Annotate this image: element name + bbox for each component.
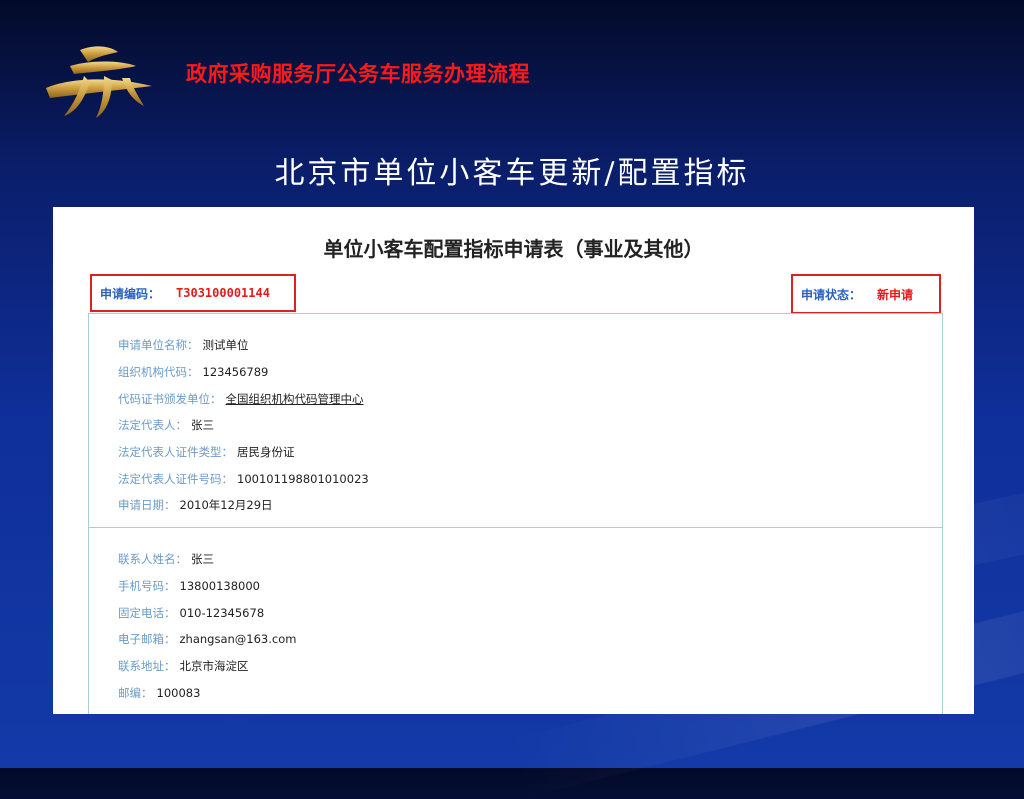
contact-info-field-value: zhangsan@163.com [179, 632, 297, 647]
contact-info-field-label: 电子邮箱： [118, 632, 176, 647]
unit-info-field-value: 100101198801010023 [237, 471, 369, 486]
unit-info-section: 申请单位名称： 测试单位 组织机构代码： 123456789 代码证书颁发单位： 全国组织… [88, 313, 943, 528]
unit-info-field-row: 组织机构代码： 123456789 [118, 359, 369, 386]
unit-info-field-row: 法定代表人： 张三 [118, 412, 369, 439]
application-number-box: 申请编码： T303100001144 [90, 274, 296, 312]
contact-info-section: 联系人姓名： 张三 手机号码： 13800138000 固定电话： 010-1234567… [88, 527, 943, 714]
unit-info-field-label: 申请日期： [118, 498, 176, 513]
application-number-label: 申请编码： [100, 286, 161, 301]
unit-info-field-label: 组织机构代码： [118, 365, 199, 380]
unit-info-field-value: 2010年12月29日 [179, 498, 273, 513]
contact-info-field-value: 张三 [191, 552, 214, 567]
contact-info-field-value: 010-12345678 [179, 605, 265, 620]
unit-info-field-value: 全国组织机构代码管理中心 [225, 391, 364, 406]
unit-info-field-value: 张三 [191, 418, 214, 433]
unit-info-field-value: 居民身份证 [237, 445, 295, 460]
application-status-box: 申请状态： 新申请 [791, 274, 941, 314]
unit-info-field-label: 法定代表人证件类型： [118, 445, 233, 460]
unit-info-field-row: 法定代表人证件类型： 居民身份证 [118, 439, 369, 466]
unit-info-field-row: 法定代表人证件号码： 100101198801010023 [118, 465, 369, 492]
contact-info-field-value: 13800138000 [179, 579, 260, 594]
unit-info-field-row: 申请日期： 2010年12月29日 [118, 492, 369, 519]
unit-info-fields: 申请单位名称： 测试单位 组织机构代码： 123456789 代码证书颁发单位： 全国组织… [118, 332, 369, 519]
contact-info-field-label: 联系地址： [118, 659, 176, 674]
application-status-label: 申请状态： [801, 287, 862, 302]
contact-info-field-label: 联系人姓名： [118, 552, 187, 567]
contact-info-field-row: 联系人姓名： 张三 [118, 546, 296, 573]
contact-info-field-label: 手机号码： [118, 579, 176, 594]
unit-info-field-row: 申请单位名称： 测试单位 [118, 332, 369, 359]
contact-info-field-row: 联系地址： 北京市海淀区 [118, 653, 296, 680]
unit-info-field-label: 法定代表人： [118, 418, 187, 433]
unit-info-field-value: 测试单位 [202, 338, 249, 353]
unit-info-field-label: 申请单位名称： [118, 338, 199, 353]
contact-info-field-label: 邮编： [118, 685, 153, 700]
unit-info-field-label: 代码证书颁发单位： [118, 391, 222, 406]
contact-info-field-label: 固定电话： [118, 605, 176, 620]
contact-info-field-row: 邮编： 100083 [118, 679, 296, 706]
unit-info-field-row: 代码证书颁发单位： 全国组织机构代码管理中心 [118, 385, 369, 412]
gold-emblem-logo-icon [46, 46, 152, 118]
contact-info-fields: 联系人姓名： 张三 手机号码： 13800138000 固定电话： 010-1234567… [118, 546, 296, 706]
contact-info-field-value: 北京市海淀区 [179, 659, 249, 674]
header-title: 政府采购服务厅公务车服务办理流程 [186, 61, 530, 86]
unit-info-field-value: 123456789 [202, 365, 269, 380]
application-status-value: 新申请 [877, 287, 914, 302]
application-number-value: T303100001144 [176, 286, 270, 300]
application-form-screenshot: 单位小客车配置指标申请表（事业及其他） 申请编码： T303100001144 … [53, 207, 974, 714]
contact-info-field-row: 固定电话： 010-12345678 [118, 599, 296, 626]
contact-info-field-row: 手机号码： 13800138000 [118, 573, 296, 600]
unit-info-field-label: 法定代表人证件号码： [118, 471, 233, 486]
contact-info-field-row: 电子邮箱： zhangsan@163.com [118, 626, 296, 653]
contact-info-field-value: 100083 [156, 685, 201, 700]
form-heading: 单位小客车配置指标申请表（事业及其他） [323, 237, 704, 261]
slide-title: 北京市单位小客车更新/配置指标 [274, 156, 750, 191]
